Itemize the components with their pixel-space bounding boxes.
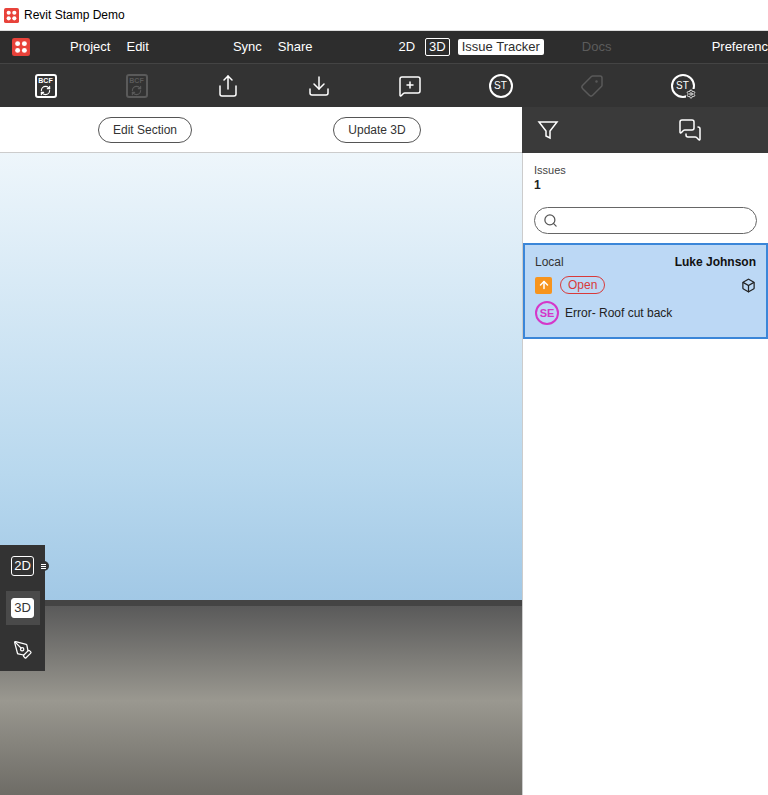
upload-icon (216, 74, 240, 98)
comments-icon (678, 118, 702, 142)
toolbar-button[interactable] (273, 64, 364, 107)
issue-title: Error- Roof cut back (565, 304, 672, 322)
toolbar-button[interactable]: BCF (91, 64, 182, 107)
menu-item[interactable]: Sync (233, 37, 262, 57)
update-3d-button[interactable]: Update 3D (333, 117, 420, 143)
view-options-icon[interactable] (39, 561, 49, 571)
menu-item[interactable]: Project (70, 37, 110, 57)
title-bar: Revit Stamp Demo (0, 0, 768, 31)
toolbar-button[interactable] (364, 64, 455, 107)
status-badge: Open (560, 276, 605, 294)
issues-count: 1 (534, 177, 757, 193)
stamp-settings-icon: ST (671, 74, 695, 98)
app-logo-icon (12, 38, 30, 56)
app-window: Revit Stamp DemoProjectEditSyncShare2D3D… (0, 0, 768, 795)
stamp-badge: SE (535, 301, 559, 325)
window-title: Revit Stamp Demo (24, 6, 125, 24)
filter-icon (536, 118, 560, 142)
issues-panel: Issues1 Local Luke Johnson OpenSE Error- Roo… (522, 153, 768, 795)
toolbar: BCF BCF ST ST (0, 63, 768, 107)
side-tool-button[interactable] (6, 633, 40, 667)
add-comment-icon (398, 74, 422, 98)
filter-button[interactable] (536, 118, 560, 142)
mode-tab[interactable]: Docs (580, 39, 614, 55)
side-toolbar: 2D3D (0, 545, 45, 671)
main-area: 2D3DIssues1LocalLuke JohnsonOpenSEError-… (0, 153, 768, 795)
menu-item[interactable]: Edit (126, 37, 148, 57)
building-render (0, 600, 522, 795)
pen-icon (13, 640, 33, 660)
tag-icon (580, 74, 604, 98)
search-icon (543, 213, 558, 228)
menu-item[interactable]: Share (278, 37, 313, 57)
priority-icon (535, 277, 552, 294)
bcf-import-icon: BCF (35, 74, 57, 98)
menu-item[interactable]: Preferenc (712, 37, 768, 57)
toolbar-button[interactable]: ST (637, 64, 728, 107)
bcf-export-icon: BCF (126, 74, 148, 98)
comments-button[interactable] (678, 118, 702, 142)
toolbar-button[interactable]: BCF (0, 64, 91, 107)
mode-tab[interactable]: 2D (396, 39, 417, 55)
3d-view-icon (741, 278, 756, 293)
menu-bar: Project Edit Sync Share 2D 3D Issue Tracker Doc… (0, 31, 768, 63)
toolbar-button[interactable]: ST (455, 64, 546, 107)
toolbar-button[interactable] (546, 64, 637, 107)
edit-section-button[interactable]: Edit Section (98, 117, 192, 143)
download-icon (307, 74, 331, 98)
3d-viewport[interactable]: 2D3D (0, 153, 522, 795)
app-logo-icon (4, 8, 19, 23)
search-input[interactable] (564, 212, 748, 230)
issues-label: Issues (534, 163, 757, 177)
stamp-icon: ST (489, 74, 513, 98)
issue-source: Local (535, 253, 564, 271)
toolbar-button[interactable] (182, 64, 273, 107)
mode-tab[interactable]: 3D (425, 38, 450, 56)
sub-bar: Edit Section Update 3D (0, 107, 768, 153)
search-field[interactable] (534, 207, 757, 234)
issue-author: Luke Johnson (675, 253, 756, 271)
side-tool-button[interactable]: 2D (6, 549, 40, 583)
mode-tab[interactable]: Issue Tracker (458, 39, 544, 55)
side-tool-button[interactable]: 3D (6, 591, 40, 625)
issue-card[interactable]: Local Luke Johnson OpenSE Error- Roof cut b… (523, 243, 768, 339)
